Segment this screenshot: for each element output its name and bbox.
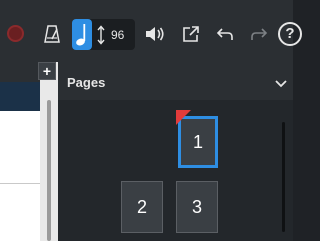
metronome-icon[interactable] xyxy=(44,25,60,43)
page-number: 3 xyxy=(191,196,202,217)
score-tab-strip xyxy=(0,62,40,82)
tempo-arrows-icon xyxy=(96,25,106,45)
score-scrollbar-thumb[interactable] xyxy=(47,100,51,241)
page-thumbnail-3[interactable]: 3 xyxy=(176,181,218,233)
score-selection-band xyxy=(0,82,40,111)
page-thumbnail-2[interactable]: 2 xyxy=(121,181,163,233)
help-icon[interactable]: ? xyxy=(278,22,302,46)
pages-panel-header[interactable]: Pages xyxy=(58,62,293,100)
chevron-down-icon[interactable] xyxy=(275,76,287,88)
quarter-note-icon[interactable] xyxy=(72,19,92,50)
volume-icon[interactable] xyxy=(145,25,165,43)
add-button[interactable]: + xyxy=(38,62,56,80)
toolbar: 96 ? xyxy=(0,0,302,62)
page-number: 1 xyxy=(192,131,203,152)
pages-scrollbar[interactable] xyxy=(282,122,285,232)
score-page[interactable] xyxy=(0,111,40,241)
pages-panel-title: Pages xyxy=(67,75,106,90)
page-flag-icon xyxy=(176,110,191,125)
score-divider xyxy=(0,183,40,184)
undo-icon[interactable] xyxy=(216,25,234,43)
redo-icon[interactable] xyxy=(250,25,268,43)
tempo-value[interactable]: 96 xyxy=(111,28,133,42)
share-icon[interactable] xyxy=(182,25,200,43)
tempo-control[interactable]: 96 xyxy=(72,19,135,50)
record-icon[interactable] xyxy=(7,25,24,42)
pages-panel: Pages 1 2 3 xyxy=(58,62,293,241)
page-number: 2 xyxy=(136,196,147,217)
